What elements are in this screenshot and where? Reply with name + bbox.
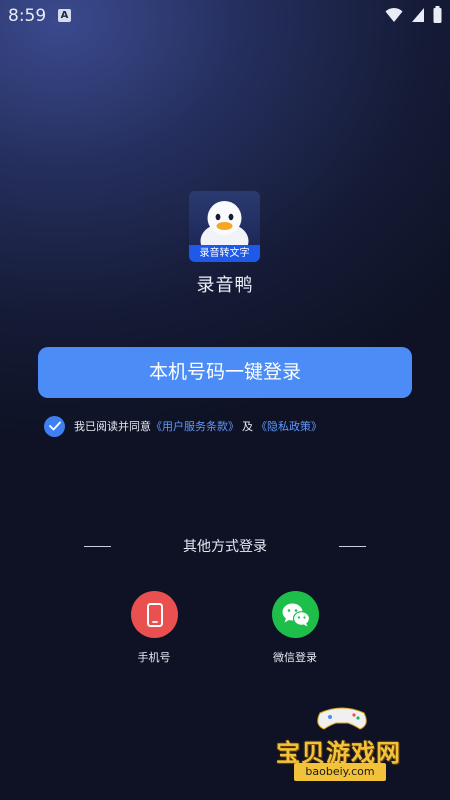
phone-icon [146, 602, 163, 627]
wechat-login-label: 微信登录 [273, 651, 317, 664]
wechat-login-button[interactable] [272, 591, 319, 638]
status-bar: 8:59 A [0, 0, 450, 32]
watermark-url: baobeiy.com [294, 763, 386, 781]
status-time: 8:59 [8, 6, 47, 26]
other-login-header: 其他方式登录 [0, 536, 450, 556]
battery-icon [433, 6, 442, 27]
signal-icon [411, 7, 425, 27]
app-logo: 录音转文字 [189, 191, 260, 262]
agreement-separator: 及 [242, 420, 253, 433]
check-icon [48, 421, 61, 431]
notification-icon: A [58, 9, 71, 22]
wechat-login-option[interactable]: 微信登录 [250, 591, 340, 671]
status-icons [385, 6, 442, 27]
agreement-row: 我已阅读并同意 《用户服务条款》 及 《隐私政策》 [44, 415, 322, 437]
divider-right [339, 546, 366, 547]
privacy-link[interactable]: 《隐私政策》 [256, 418, 322, 434]
agreement-checkbox[interactable] [44, 415, 65, 437]
phone-login-button[interactable] [131, 591, 178, 638]
wifi-icon [385, 7, 403, 27]
phone-login-label: 手机号 [137, 651, 171, 664]
agreement-prefix: 我已阅读并同意 [74, 420, 151, 433]
onekey-login-button[interactable]: 本机号码一键登录 [38, 347, 412, 398]
logo-tag: 录音转文字 [189, 245, 260, 262]
gamepad-icon [317, 707, 367, 730]
watermark-logo: 宝贝游戏网 baobeiy.com [272, 703, 422, 783]
app-name: 录音鸭 [196, 275, 254, 296]
wechat-icon [282, 603, 310, 626]
terms-link[interactable]: 《用户服务条款》 [151, 418, 239, 434]
other-login-title: 其他方式登录 [183, 539, 267, 555]
phone-login-option[interactable]: 手机号 [109, 591, 199, 671]
